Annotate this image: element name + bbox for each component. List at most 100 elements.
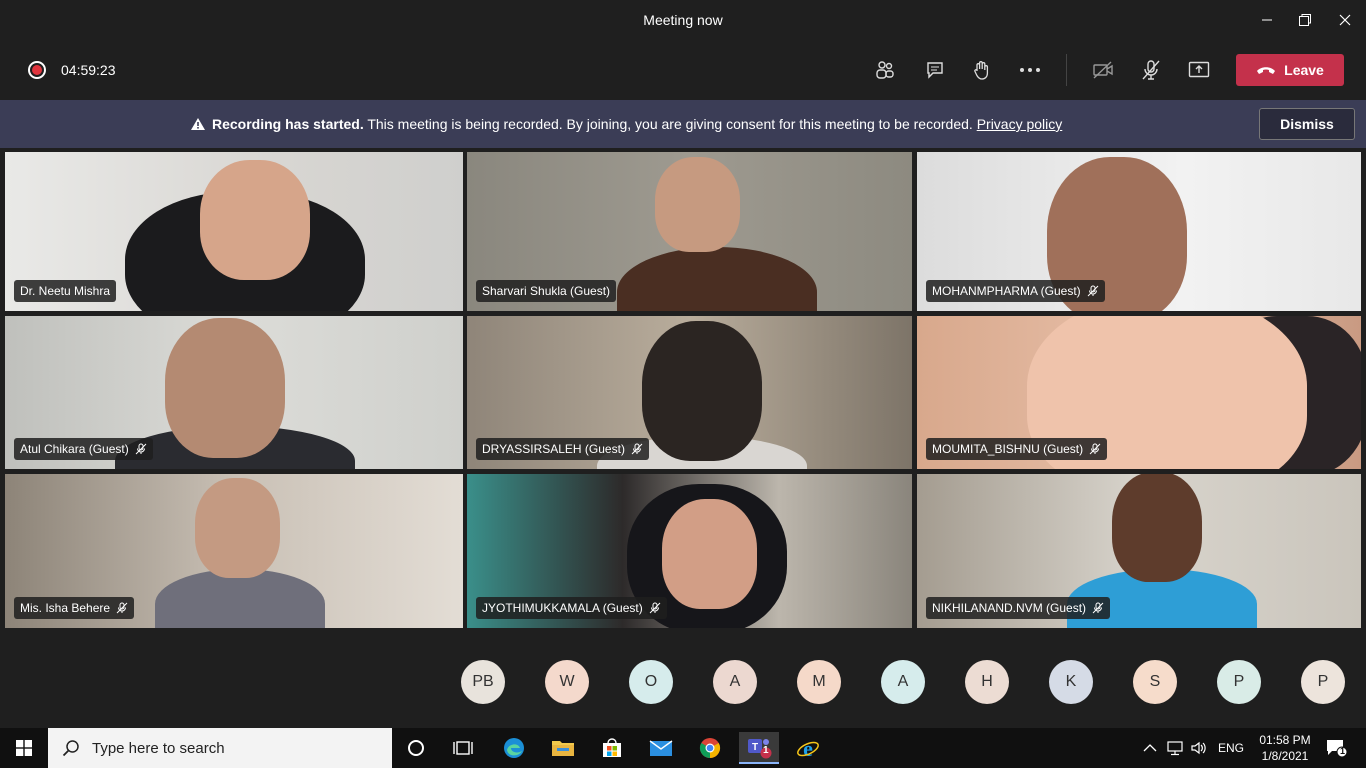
raise-hand-button[interactable]: [970, 58, 994, 82]
recording-icon: [28, 61, 46, 79]
share-screen-button[interactable]: [1187, 58, 1211, 82]
avatar[interactable]: K: [1049, 660, 1093, 704]
video-tile[interactable]: JYOTHIMUKKAMALA (Guest): [467, 474, 912, 628]
mic-off-icon: [1087, 285, 1099, 297]
participant-name-tag: JYOTHIMUKKAMALA (Guest): [476, 597, 667, 619]
start-button[interactable]: [0, 728, 48, 768]
video-tile[interactable]: Sharvari Shukla (Guest): [467, 152, 912, 311]
avatar[interactable]: W: [545, 660, 589, 704]
camera-toggle-button[interactable]: [1091, 58, 1115, 82]
avatar[interactable]: P: [1301, 660, 1345, 704]
close-icon: [1339, 14, 1351, 26]
store-app[interactable]: [592, 732, 632, 764]
teams-app[interactable]: T 1: [739, 732, 779, 764]
participants-button[interactable]: [873, 58, 897, 82]
teams-badge: 1: [763, 745, 769, 756]
video-tile[interactable]: MOUMITA_BISHNU (Guest): [917, 316, 1361, 469]
video-tile[interactable]: DRYASSIRSALEH (Guest): [467, 316, 912, 469]
search-icon: [62, 740, 79, 757]
leave-button[interactable]: Leave: [1236, 54, 1344, 86]
chat-icon: [927, 62, 943, 79]
avatar[interactable]: M: [797, 660, 841, 704]
hang-up-icon: [1257, 67, 1276, 74]
avatar[interactable]: H: [965, 660, 1009, 704]
video-tile[interactable]: Atul Chikara (Guest): [5, 316, 463, 469]
network-icon[interactable]: [1166, 740, 1184, 756]
chevron-up-icon[interactable]: [1143, 743, 1157, 753]
minimize-icon: [1262, 19, 1272, 21]
video-tile[interactable]: MOHANMPHARMA (Guest): [917, 152, 1361, 311]
meeting-timer: 04:59:23: [61, 62, 116, 78]
participant-avatars: PB W O A M A H K S P P: [0, 656, 1366, 708]
video-tile[interactable]: Dr. Neetu Mishra: [5, 152, 463, 311]
taskbar-search[interactable]: Type here to search: [48, 728, 392, 768]
search-placeholder: Type here to search: [92, 739, 225, 757]
recording-title: Recording has started.: [212, 116, 364, 132]
camera-off-icon: [1093, 61, 1113, 79]
avatar[interactable]: PB: [461, 660, 505, 704]
participant-name-tag: Atul Chikara (Guest): [14, 438, 153, 460]
cortana-icon: [408, 740, 424, 756]
system-tray: ENG: [1143, 728, 1244, 768]
mic-toggle-button[interactable]: [1139, 58, 1163, 82]
video-tile[interactable]: NIKHILANAND.NVM (Guest): [917, 474, 1361, 628]
avatar[interactable]: S: [1133, 660, 1177, 704]
mic-off-icon: [649, 602, 661, 614]
action-center-button[interactable]: 1: [1316, 732, 1356, 764]
internet-explorer-icon: e: [797, 736, 819, 760]
hand-icon: [974, 61, 989, 80]
windows-logo-icon: [16, 740, 32, 756]
mail-icon: [649, 740, 673, 756]
cortana-button[interactable]: [396, 732, 436, 764]
clock-time: 01:58 PM: [1259, 733, 1311, 747]
mic-off-icon: [1142, 60, 1160, 80]
maximize-button[interactable]: [1293, 8, 1317, 32]
store-icon: [603, 738, 621, 757]
participant-name-tag: NIKHILANAND.NVM (Guest): [926, 597, 1111, 619]
taskbar-clock[interactable]: 01:58 PM 1/8/2021: [1252, 732, 1318, 764]
leave-label: Leave: [1284, 62, 1324, 78]
task-view-button[interactable]: [443, 732, 483, 764]
mic-off-icon: [1089, 443, 1101, 455]
task-view-icon: [453, 741, 473, 755]
more-actions-button[interactable]: [1018, 58, 1042, 82]
volume-icon[interactable]: [1190, 740, 1208, 756]
video-grid: Dr. Neetu Mishra Sharvari Shukla (Guest)…: [0, 148, 1366, 632]
mail-app[interactable]: [641, 732, 681, 764]
people-icon: [876, 61, 894, 79]
avatar[interactable]: P: [1217, 660, 1261, 704]
meeting-toolbar: 04:59:23 Leave: [0, 40, 1366, 100]
file-explorer-app[interactable]: [543, 732, 583, 764]
close-button[interactable]: [1333, 8, 1357, 32]
folder-icon: [552, 741, 574, 756]
dismiss-button[interactable]: Dismiss: [1259, 108, 1355, 140]
clock-date: 1/8/2021: [1261, 749, 1309, 763]
window-title: Meeting now: [643, 12, 723, 28]
restore-icon: [1299, 14, 1311, 26]
more-icon: [1020, 68, 1040, 72]
participant-name-tag: Mis. Isha Behere: [14, 597, 135, 619]
video-tile[interactable]: Mis. Isha Behere: [5, 474, 463, 628]
avatar[interactable]: O: [629, 660, 673, 704]
avatar[interactable]: A: [713, 660, 757, 704]
svg-text:e: e: [803, 736, 813, 760]
internet-explorer-app[interactable]: e: [788, 732, 828, 764]
chat-button[interactable]: [923, 58, 947, 82]
edge-app[interactable]: [494, 732, 534, 764]
toolbar-divider: [1066, 54, 1067, 86]
participant-name-tag: MOHANMPHARMA (Guest): [926, 280, 1105, 302]
edge-icon: [504, 738, 524, 758]
recording-banner: Recording has started. This meeting is b…: [0, 100, 1366, 148]
privacy-policy-link[interactable]: Privacy policy: [977, 116, 1063, 132]
mic-off-icon: [116, 602, 128, 614]
minimize-button[interactable]: [1255, 8, 1279, 32]
taskbar: Type here to search T 1 e ENG 01:58 PM 1…: [0, 728, 1366, 768]
participant-name-tag: Dr. Neetu Mishra: [14, 280, 117, 302]
participant-name-tag: Sharvari Shukla (Guest): [476, 280, 617, 302]
language-indicator[interactable]: ENG: [1218, 741, 1244, 755]
notification-badge: 1: [1340, 746, 1346, 756]
warning-icon: [191, 118, 205, 130]
avatar[interactable]: A: [881, 660, 925, 704]
recording-text: This meeting is being recorded. By joini…: [363, 116, 977, 132]
chrome-app[interactable]: [690, 732, 730, 764]
